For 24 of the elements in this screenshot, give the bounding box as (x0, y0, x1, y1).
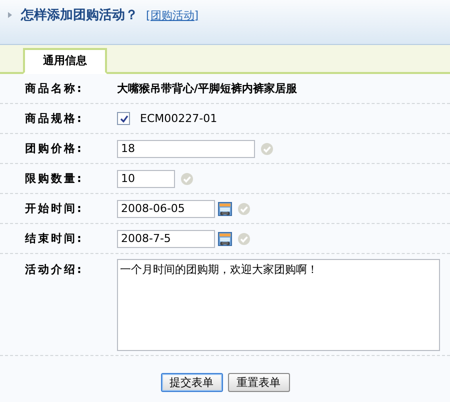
checkmark-icon (118, 114, 128, 124)
triangle-icon (7, 11, 13, 19)
calendar-icon[interactable] (218, 202, 232, 216)
spec-label: ECM00227-01 (140, 112, 218, 125)
page-title: 怎样添加团购活动？ (21, 7, 138, 24)
product-name: 大嘴猴吊带背心/平脚短裤内裤家居服 (117, 81, 298, 96)
input-field[interactable]: 18 (117, 140, 255, 158)
date-field[interactable]: 2008-7-5 (117, 230, 215, 248)
field-label: 开始时间: (24, 201, 84, 216)
field-label: 结束时间: (24, 231, 84, 246)
help-link[interactable]: [团购活动] (146, 8, 199, 22)
field-label: 商品名称: (24, 81, 84, 96)
date-field[interactable]: 2008-06-05 (117, 200, 215, 218)
field-label: 商品规格: (24, 111, 84, 126)
form-button[interactable]: 重置表单 (228, 373, 290, 392)
form-button[interactable]: 提交表单 (160, 373, 222, 392)
input-field[interactable]: 10 (117, 170, 175, 188)
calendar-icon[interactable] (218, 232, 232, 246)
text-area[interactable]: 一个月时间的团购期，欢迎大家团购啊！ (117, 259, 440, 351)
tab[interactable]: 通用信息 (23, 48, 107, 74)
checkbox[interactable] (117, 112, 130, 125)
field-label: 限购数量: (24, 171, 84, 186)
field-label: 活动介绍: (24, 262, 84, 277)
field-label: 团购价格: (24, 141, 84, 156)
